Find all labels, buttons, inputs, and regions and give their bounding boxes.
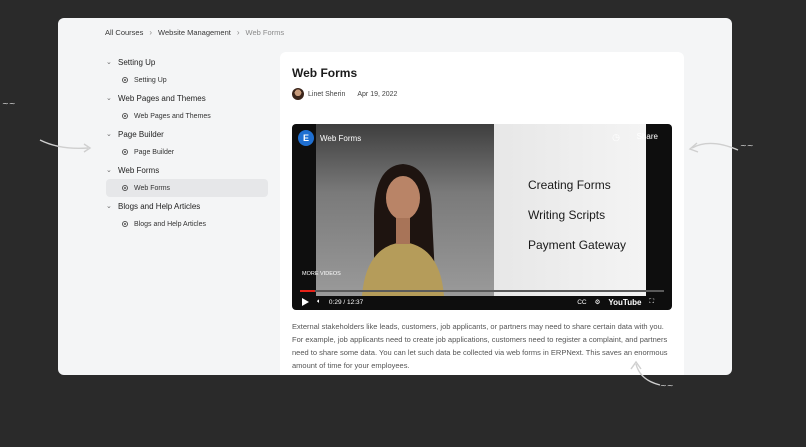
annotation-arrows: [39, 139, 739, 386]
